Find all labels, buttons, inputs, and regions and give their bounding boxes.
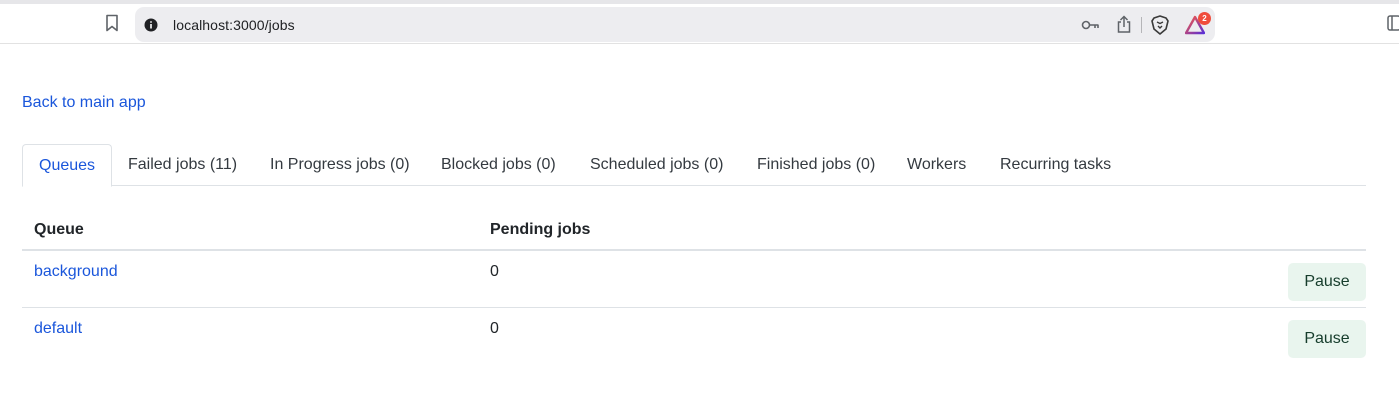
tab-finished-jobs[interactable]: Finished jobs (0) xyxy=(741,144,891,186)
back-to-main-app-link[interactable]: Back to main app xyxy=(22,94,146,112)
queue-link-background[interactable]: background xyxy=(34,263,118,281)
toolbar-separator xyxy=(1141,17,1142,33)
tab-blocked-jobs[interactable]: Blocked jobs (0) xyxy=(425,144,572,186)
brave-shield-icon[interactable] xyxy=(1151,15,1169,35)
bookmark-icon[interactable] xyxy=(103,13,121,33)
column-header-queue: Queue xyxy=(34,221,84,238)
pending-count: 0 xyxy=(490,263,499,280)
pending-count: 0 xyxy=(490,320,499,337)
browser-toolbar: localhost:3000/jobs 2 xyxy=(0,4,1399,44)
tab-scheduled-jobs[interactable]: Scheduled jobs (0) xyxy=(574,144,739,186)
pause-button[interactable]: Pause xyxy=(1288,263,1366,301)
sidebar-toggle-icon[interactable] xyxy=(1387,14,1399,32)
tab-bar: Queues Failed jobs (11) In Progress jobs… xyxy=(22,144,1366,187)
queue-link-default[interactable]: default xyxy=(34,320,82,338)
tab-queues[interactable]: Queues xyxy=(22,144,113,187)
tab-workers[interactable]: Workers xyxy=(891,144,982,186)
share-icon[interactable] xyxy=(1116,15,1132,34)
table-row: default 0 Pause xyxy=(22,308,1366,365)
tab-failed-jobs[interactable]: Failed jobs (11) xyxy=(112,144,253,186)
tab-in-progress-jobs[interactable]: In Progress jobs (0) xyxy=(254,144,426,186)
site-info-icon[interactable] xyxy=(144,18,158,32)
column-header-pending-jobs: Pending jobs xyxy=(490,221,591,238)
notification-badge: 2 xyxy=(1198,12,1211,25)
tab-recurring-tasks[interactable]: Recurring tasks xyxy=(984,144,1127,186)
table-row: background 0 Pause xyxy=(22,251,1366,308)
pause-button[interactable]: Pause xyxy=(1288,320,1366,358)
url-text[interactable]: localhost:3000/jobs xyxy=(173,17,295,33)
address-bar[interactable]: localhost:3000/jobs 2 xyxy=(135,7,1215,42)
key-icon[interactable] xyxy=(1081,17,1101,33)
